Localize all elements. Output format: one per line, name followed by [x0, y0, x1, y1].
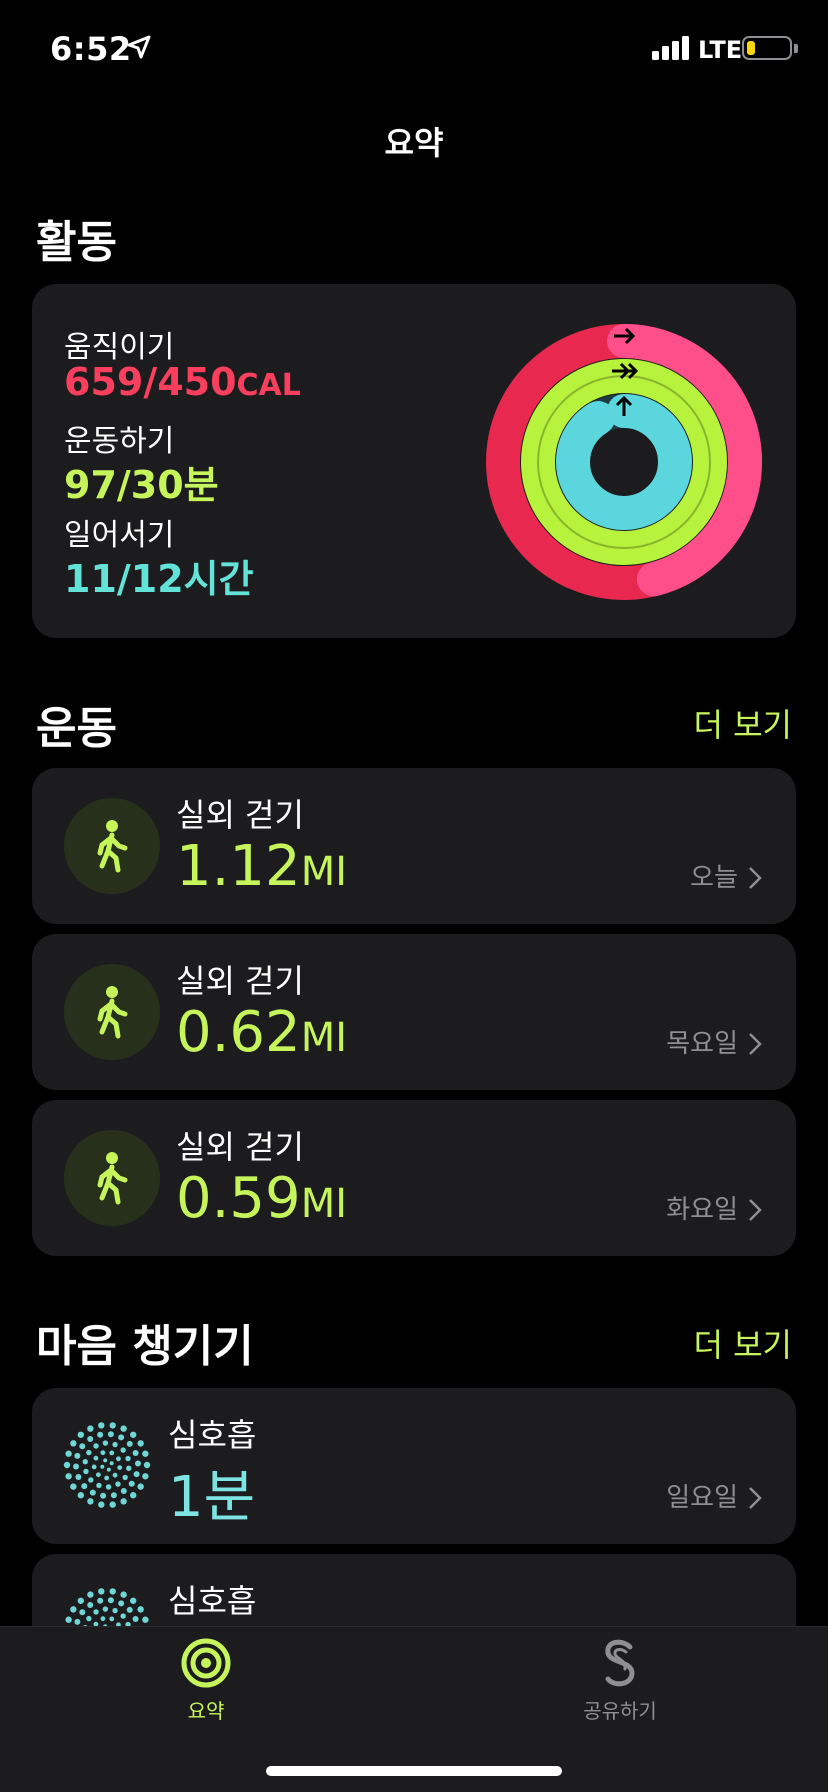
- walking-icon: [64, 1130, 160, 1226]
- tab-summary-label: 요약: [187, 1699, 225, 1723]
- chevron-right-icon: [749, 1033, 762, 1055]
- mindfulness-duration: 1분: [168, 1465, 256, 1530]
- page-title: 요약: [384, 124, 444, 162]
- exercise-value: 97/30분: [64, 463, 219, 507]
- battery-level: [747, 41, 755, 55]
- activity-card[interactable]: 움직이기 659/450CAL 운동하기 97/30분 일어서기 11/12시간: [32, 284, 796, 638]
- workouts-section-title: 운동: [36, 703, 117, 754]
- walking-icon: [64, 964, 160, 1060]
- workout-name: 실외 걷기: [176, 962, 304, 1000]
- workout-day: 오늘: [690, 863, 738, 893]
- workout-distance: 0.59MI: [176, 1166, 347, 1231]
- chevron-right-icon: [749, 1487, 762, 1509]
- walking-icon: [64, 798, 160, 894]
- workout-row[interactable]: 실외 걷기 1.12MI 오늘: [32, 768, 796, 924]
- workout-name: 실외 걷기: [176, 796, 304, 834]
- mindfulness-name: 심호흡: [168, 1582, 257, 1620]
- cellular-signal-icon: [652, 36, 689, 60]
- mindfulness-more-link[interactable]: 더 보기: [694, 1320, 793, 1366]
- activity-rings: [486, 324, 762, 600]
- mindfulness-section-title: 마음 챙기기: [36, 1321, 254, 1372]
- workout-distance: 0.62MI: [176, 1000, 347, 1065]
- workout-day: 목요일: [666, 1029, 738, 1059]
- status-bar: 6:52 LTE: [0, 0, 828, 100]
- workout-row[interactable]: 실외 걷기 0.59MI 화요일: [32, 1100, 796, 1256]
- chevron-right-icon: [749, 1199, 762, 1221]
- workout-distance: 1.12MI: [176, 834, 347, 899]
- workout-day: 화요일: [666, 1195, 738, 1225]
- move-value: 659/450CAL: [64, 360, 301, 404]
- workout-row[interactable]: 실외 걷기 0.62MI 목요일: [32, 934, 796, 1090]
- workout-name: 실외 걷기: [176, 1128, 304, 1166]
- workouts-more-link[interactable]: 더 보기: [694, 700, 793, 746]
- network-type: LTE: [698, 36, 743, 64]
- breathe-icon: [63, 1422, 151, 1508]
- chevron-right-icon: [749, 867, 762, 889]
- home-indicator: [266, 1766, 562, 1776]
- tab-sharing[interactable]: 공유하기: [540, 1637, 700, 1724]
- mindfulness-name: 심호흡: [168, 1416, 257, 1454]
- stand-ring: [556, 394, 692, 530]
- activity-section-title: 활동: [36, 217, 117, 268]
- status-time: 6:52: [50, 30, 132, 68]
- tab-sharing-label: 공유하기: [583, 1699, 657, 1723]
- tab-summary[interactable]: 요약: [126, 1637, 286, 1724]
- location-arrow-icon: [127, 35, 151, 59]
- mindfulness-row[interactable]: 심호흡 1분 일요일: [32, 1388, 796, 1544]
- battery-nub: [794, 44, 798, 53]
- stand-value: 11/12시간: [64, 557, 254, 601]
- sharing-icon: [605, 1639, 635, 1687]
- mindfulness-day: 일요일: [666, 1483, 738, 1513]
- battery-icon: [742, 36, 792, 60]
- activity-rings-icon: [181, 1638, 231, 1688]
